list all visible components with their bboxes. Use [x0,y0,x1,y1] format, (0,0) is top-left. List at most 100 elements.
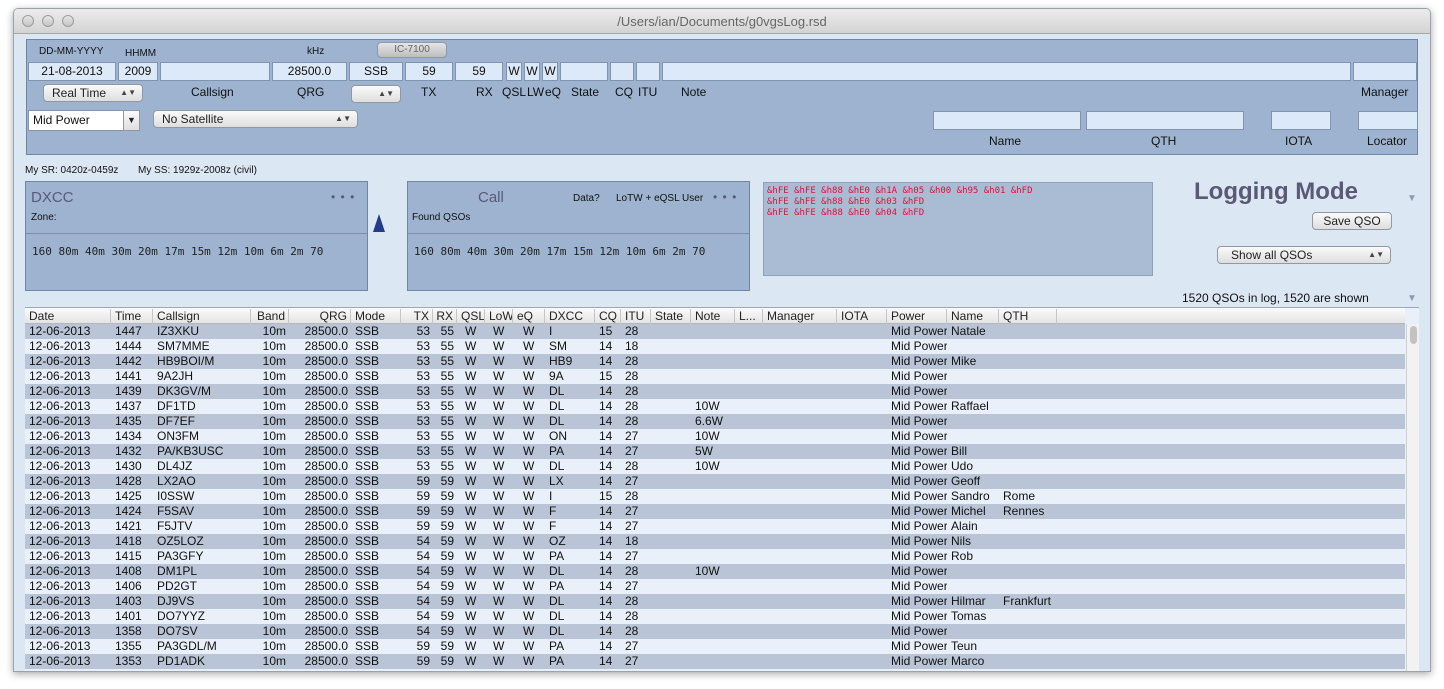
cell-dxcc: DL [549,609,565,623]
cell-power: Mid Power [891,654,947,668]
itu-zone-field[interactable] [636,62,660,81]
column-header-eq[interactable]: eQ [513,309,545,324]
column-header-tx[interactable]: TX [401,309,433,324]
disclosure-triangle-icon[interactable]: ▼ [1407,293,1417,304]
cell-power: Mid Power [891,609,947,623]
table-row[interactable]: 12-06-2013 1358 DO7SV 10m 28500.0 SSB 54 59 W W W D… [25,624,1405,639]
column-header-state[interactable]: State [651,309,691,324]
cell-power: Mid Power [891,594,947,608]
show-qsos-select-value: Show all QSOs [1231,248,1313,262]
cell-cq: 14 [599,624,613,638]
realtime-select[interactable]: Real Time ▲▼ [43,84,143,102]
tx-report-field[interactable]: 59 [405,62,453,81]
table-row[interactable]: 12-06-2013 1444 SM7MME 10m 28500.0 SSB 53 55 W W W… [25,339,1405,354]
manager-field[interactable] [1353,62,1417,81]
cell-rx: 59 [440,504,454,518]
column-header-cq[interactable]: CQ [595,309,621,324]
cell-cq: 14 [599,384,613,398]
column-header-l[interactable]: L... [735,309,763,324]
table-row[interactable]: 12-06-2013 1432 PA/KB3USC 10m 28500.0 SSB 53 55… [25,444,1405,459]
column-header-dxcc[interactable]: DXCC [545,309,595,324]
column-header-callsign[interactable]: Callsign [153,309,251,324]
column-header-band[interactable]: Band [251,309,289,324]
show-qsos-select[interactable]: Show all QSOs ▲▼ [1217,246,1391,264]
column-header-low[interactable]: LoW [485,309,513,324]
column-header-power[interactable]: Power [887,309,947,324]
table-row[interactable]: 12-06-2013 1424 F5SAV 10m 28500.0 SSB 59 59 W W W F… [25,504,1405,519]
table-row[interactable]: 12-06-2013 1418 OZ5LOZ 10m 28500.0 SSB 54 59 W W W… [25,534,1405,549]
qsl-field[interactable]: W [506,62,522,81]
iota-field[interactable] [1271,111,1331,130]
table-row[interactable]: 12-06-2013 1353 PD1ADK 10m 28500.0 SSB 59 59 W W W… [25,654,1405,669]
table-row[interactable]: 12-06-2013 1406 PD2GT 10m 28500.0 SSB 54 59 W W W P… [25,579,1405,594]
lotw-field[interactable]: W [524,62,540,81]
cell-date: 12-06-2013 [29,654,91,668]
qth-field[interactable] [1086,111,1244,130]
mode-field[interactable]: SSB [349,62,403,81]
table-row[interactable]: 12-06-2013 1434 ON3FM 10m 28500.0 SSB 53 55 W W W O… [25,429,1405,444]
cell-qsl: W [465,639,477,653]
call-more-icon[interactable]: • • • [713,190,737,204]
column-header-qth[interactable]: QTH [999,309,1057,324]
column-header-time[interactable]: Time [111,309,153,324]
band-select[interactable]: ▲▼ [351,85,401,103]
table-row[interactable]: 12-06-2013 1415 PA3GFY 10m 28500.0 SSB 54 59 W W W… [25,549,1405,564]
table-row[interactable]: 12-06-2013 1428 LX2AO 10m 28500.0 SSB 59 59 W W W L… [25,474,1405,489]
rx-report-field[interactable]: 59 [455,62,503,81]
cell-rx: 55 [440,429,454,443]
column-header-mode[interactable]: Mode [351,309,401,324]
table-row[interactable]: 12-06-2013 1437 DF1TD 10m 28500.0 SSB 53 55 W W W D… [25,399,1405,414]
scrollbar-thumb[interactable] [1410,326,1417,344]
table-row[interactable]: 12-06-2013 1439 DK3GV/M 10m 28500.0 SSB 53 55 W W… [25,384,1405,399]
state-field[interactable] [560,62,608,81]
column-header-iota[interactable]: IOTA [837,309,887,324]
cell-band: 10m [262,429,286,443]
table-row[interactable]: 12-06-2013 1430 DL4JZ 10m 28500.0 SSB 53 55 W W W D… [25,459,1405,474]
satellite-select[interactable]: No Satellite ▲▼ [153,110,358,128]
column-header-rx[interactable]: RX [433,309,457,324]
locator-field[interactable] [1358,111,1418,130]
cell-itu: 28 [625,369,639,383]
column-header-manager[interactable]: Manager [763,309,837,324]
disclosure-triangle-icon[interactable]: ▼ [1407,193,1417,204]
power-dropdown-button[interactable]: ▼ [123,110,140,131]
date-field[interactable]: 21-08-2013 [28,62,116,81]
table-row[interactable]: 12-06-2013 1442 HB9BOI/M 10m 28500.0 SSB 53 55 W… [25,354,1405,369]
column-header-name[interactable]: Name [947,309,999,324]
eqsl-field[interactable]: W [542,62,558,81]
cell-band: 10m [262,534,286,548]
table-row[interactable]: 12-06-2013 1408 DM1PL 10m 28500.0 SSB 54 59 W W W D… [25,564,1405,579]
table-row[interactable]: 12-06-2013 1421 F5JTV 10m 28500.0 SSB 59 59 W W W F… [25,519,1405,534]
table-row[interactable]: 12-06-2013 1403 DJ9VS 10m 28500.0 SSB 54 59 W W W D… [25,594,1405,609]
table-row[interactable]: 12-06-2013 1441 9A2JH 10m 28500.0 SSB 53 55 W W W 9… [25,369,1405,384]
cell-date: 12-06-2013 [29,504,91,518]
column-header-date[interactable]: Date [25,309,111,324]
cell-eq: W [523,609,535,623]
callsign-field[interactable] [160,62,270,81]
cell-rx: 55 [440,339,454,353]
save-qso-button[interactable]: Save QSO [1312,212,1392,230]
column-header-qsl[interactable]: QSL [457,309,485,324]
cell-itu: 27 [625,429,639,443]
table-row[interactable]: 12-06-2013 1401 DO7YYZ 10m 28500.0 SSB 54 59 W W W… [25,609,1405,624]
cell-eq: W [523,489,535,503]
cell-qsl: W [465,354,477,368]
table-row[interactable]: 12-06-2013 1355 PA3GDL/M 10m 28500.0 SSB 59 59 W… [25,639,1405,654]
column-header-note[interactable]: Note [691,309,735,324]
table-row[interactable]: 12-06-2013 1425 I0SSW 10m 28500.0 SSB 59 59 W W W I… [25,489,1405,504]
name-field[interactable] [933,111,1081,130]
time-field[interactable]: 2009 [118,62,158,81]
rig-button[interactable]: IC-7100 [377,42,447,58]
cell-qrg: 28500.0 [304,624,348,638]
dxcc-more-icon[interactable]: • • • [331,190,355,204]
column-header-itu[interactable]: ITU [621,309,651,324]
cq-zone-field[interactable] [610,62,634,81]
table-row[interactable]: 12-06-2013 1447 IZ3XKU 10m 28500.0 SSB 53 55 W W W… [25,324,1405,339]
cell-dxcc: F [549,519,557,533]
note-field[interactable] [662,62,1351,81]
qrg-field[interactable]: 28500.0 [272,62,347,81]
table-row[interactable]: 12-06-2013 1435 DF7EF 10m 28500.0 SSB 53 55 W W W D… [25,414,1405,429]
column-header-qrg[interactable]: QRG [289,309,351,324]
vertical-scrollbar[interactable] [1406,324,1419,671]
cell-eq: W [523,459,535,473]
